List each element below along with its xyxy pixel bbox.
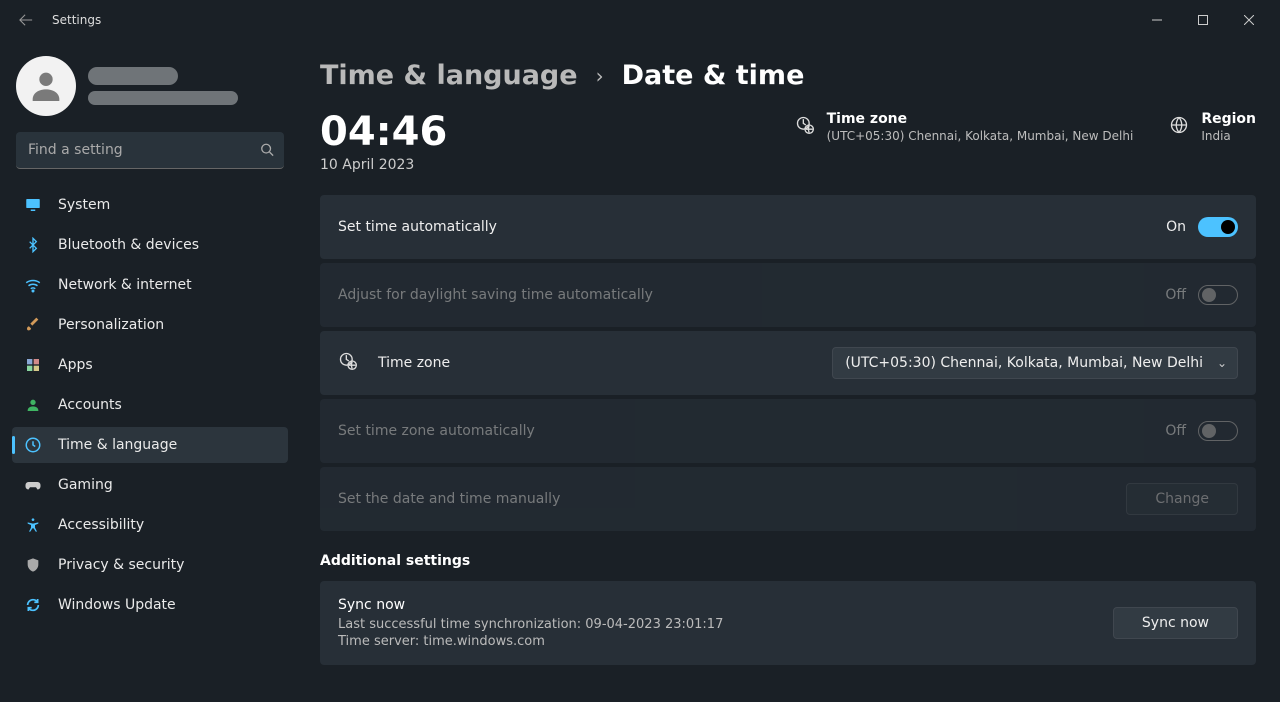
header-timezone: Time zone (UTC+05:30) Chennai, Kolkata, … — [795, 111, 1134, 143]
change-button: Change — [1126, 483, 1238, 515]
sync-server: Time server: time.windows.com — [338, 634, 1113, 649]
row-dst: Adjust for daylight saving time automati… — [320, 263, 1256, 327]
row-label: Adjust for daylight saving time automati… — [338, 287, 1165, 303]
sidebar-item-label: Gaming — [58, 477, 113, 493]
timezone-select-value: (UTC+05:30) Chennai, Kolkata, Mumbai, Ne… — [845, 355, 1203, 371]
sidebar-item-privacy[interactable]: Privacy & security — [12, 547, 288, 583]
sidebar-item-label: Accessibility — [58, 517, 144, 533]
titlebar: Settings — [0, 0, 1280, 40]
profile-block[interactable] — [16, 56, 284, 116]
sidebar-item-label: Network & internet — [58, 277, 192, 293]
sidebar-item-accounts[interactable]: Accounts — [12, 387, 288, 423]
globe-clock-icon — [795, 115, 815, 139]
toggle-state: On — [1166, 219, 1186, 235]
brush-icon — [24, 316, 42, 334]
sidebar-item-label: System — [58, 197, 110, 213]
sync-last: Last successful time synchronization: 09… — [338, 617, 1113, 632]
sidebar-item-label: Personalization — [58, 317, 164, 333]
sidebar-item-network[interactable]: Network & internet — [12, 267, 288, 303]
header-timezone-label: Time zone — [827, 111, 1134, 127]
row-label: Set the date and time manually — [338, 491, 1126, 507]
row-label: Set time zone automatically — [338, 423, 1165, 439]
row-timezone: Time zone (UTC+05:30) Chennai, Kolkata, … — [320, 331, 1256, 395]
search-input[interactable] — [16, 132, 284, 169]
maximize-button[interactable] — [1180, 4, 1226, 36]
profile-name-redacted — [88, 67, 238, 105]
globe-icon — [1169, 115, 1189, 139]
row-manual: Set the date and time manually Change — [320, 467, 1256, 531]
sidebar-item-label: Time & language — [58, 437, 177, 453]
sidebar-item-bluetooth[interactable]: Bluetooth & devices — [12, 227, 288, 263]
sidebar-item-label: Windows Update — [58, 597, 176, 613]
header-timezone-value: (UTC+05:30) Chennai, Kolkata, Mumbai, Ne… — [827, 129, 1134, 143]
header-grid: 04:46 10 April 2023 Time zone (UTC+05:30… — [320, 111, 1256, 173]
globe-clock-icon — [338, 351, 360, 375]
sidebar-item-label: Accounts — [58, 397, 122, 413]
sync-now-button[interactable]: Sync now — [1113, 607, 1238, 639]
sidebar-item-gaming[interactable]: Gaming — [12, 467, 288, 503]
toggle-state: Off — [1165, 423, 1186, 439]
gamepad-icon — [24, 476, 42, 494]
window-title: Settings — [52, 13, 101, 27]
clock-globe-icon — [24, 436, 42, 454]
person-icon — [24, 396, 42, 414]
nav: System Bluetooth & devices Network & int… — [12, 187, 288, 623]
breadcrumb: Time & language › Date & time — [320, 60, 1256, 91]
sidebar-item-label: Privacy & security — [58, 557, 184, 573]
monitor-icon — [24, 196, 42, 214]
sidebar-item-accessibility[interactable]: Accessibility — [12, 507, 288, 543]
search-wrap — [16, 132, 284, 169]
sidebar: System Bluetooth & devices Network & int… — [0, 40, 300, 702]
header-region: Region India — [1169, 111, 1256, 143]
minimize-button[interactable] — [1134, 4, 1180, 36]
clock-block: 04:46 10 April 2023 — [320, 111, 447, 173]
chevron-down-icon: ⌄ — [1217, 356, 1227, 370]
sidebar-item-personalization[interactable]: Personalization — [12, 307, 288, 343]
row-label: Time zone — [378, 355, 832, 371]
header-region-label: Region — [1201, 111, 1256, 127]
wifi-icon — [24, 276, 42, 294]
content: Time & language › Date & time 04:46 10 A… — [300, 40, 1280, 702]
additional-settings-heading: Additional settings — [320, 553, 1256, 569]
avatar — [16, 56, 76, 116]
chevron-right-icon: › — [596, 64, 604, 88]
shield-icon — [24, 556, 42, 574]
sidebar-item-time-language[interactable]: Time & language — [12, 427, 288, 463]
clock-time: 04:46 — [320, 111, 447, 153]
header-region-value: India — [1201, 129, 1256, 143]
back-button[interactable] — [8, 2, 44, 38]
clock-date: 10 April 2023 — [320, 157, 447, 173]
close-button[interactable] — [1226, 4, 1272, 36]
update-icon — [24, 596, 42, 614]
sync-title: Sync now — [338, 597, 1113, 613]
page-title: Date & time — [622, 60, 805, 91]
toggle-set-time-auto[interactable] — [1198, 217, 1238, 237]
accessibility-icon — [24, 516, 42, 534]
sidebar-item-system[interactable]: System — [12, 187, 288, 223]
toggle-auto-tz — [1198, 421, 1238, 441]
toggle-state: Off — [1165, 287, 1186, 303]
window-controls — [1134, 4, 1272, 36]
bluetooth-icon — [24, 236, 42, 254]
apps-icon — [24, 356, 42, 374]
toggle-dst — [1198, 285, 1238, 305]
search-icon — [260, 141, 274, 160]
sidebar-item-label: Bluetooth & devices — [58, 237, 199, 253]
row-auto-tz: Set time zone automatically Off — [320, 399, 1256, 463]
sidebar-item-apps[interactable]: Apps — [12, 347, 288, 383]
row-sync: Sync now Last successful time synchroniz… — [320, 581, 1256, 665]
sidebar-item-windows-update[interactable]: Windows Update — [12, 587, 288, 623]
timezone-select[interactable]: (UTC+05:30) Chennai, Kolkata, Mumbai, Ne… — [832, 347, 1238, 379]
breadcrumb-parent[interactable]: Time & language — [320, 60, 578, 91]
row-set-time-auto: Set time automatically On — [320, 195, 1256, 259]
sidebar-item-label: Apps — [58, 357, 93, 373]
row-label: Set time automatically — [338, 219, 1166, 235]
